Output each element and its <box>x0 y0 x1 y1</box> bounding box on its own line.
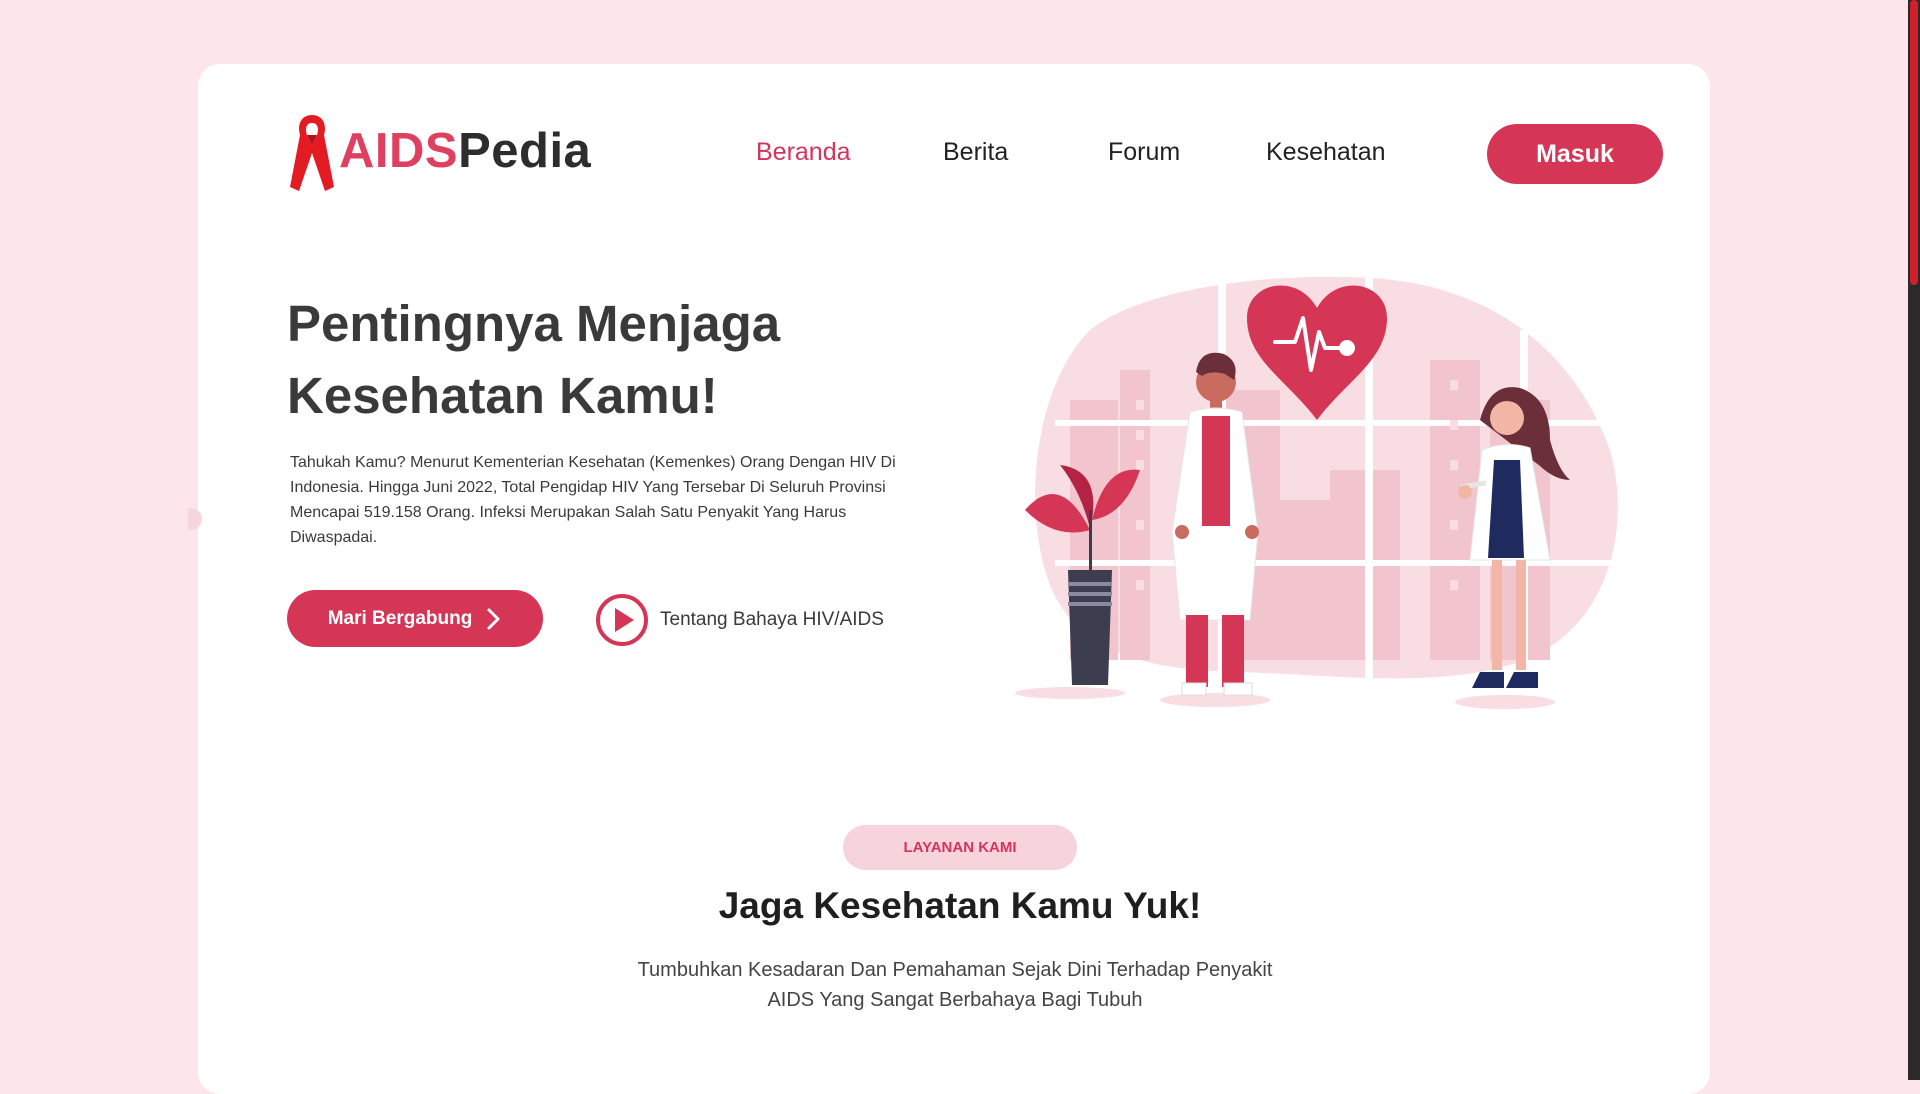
join-button-label: Mari Bergabung <box>327 607 473 629</box>
site-logo[interactable]: AIDSPedia <box>287 108 591 194</box>
video-link[interactable]: Tentang Bahaya HIV/AIDS <box>594 592 884 648</box>
nav-beranda[interactable]: Beranda <box>756 138 851 167</box>
logo-text: AIDSPedia <box>339 124 592 178</box>
video-link-label: Tentang Bahaya HIV/AIDS <box>660 609 884 630</box>
login-button[interactable]: Masuk <box>1487 124 1663 184</box>
scrollbar-thumb[interactable] <box>1910 0 1918 285</box>
hero-description: Tahukah Kamu? Menurut Kementerian Keseha… <box>290 454 896 546</box>
nav-forum[interactable]: Forum <box>1108 138 1180 167</box>
nav-berita[interactable]: Berita <box>943 138 1008 167</box>
services-title: Jaga Kesehatan Kamu Yuk! <box>718 885 1202 926</box>
services-description: Tumbuhkan Kesadaran Dan Pemahaman Sejak … <box>637 959 1273 1011</box>
services-tag: LAYANAN KAMI <box>843 825 1077 870</box>
chevron-right-icon <box>487 608 500 629</box>
nav-kesehatan[interactable]: Kesehatan <box>1266 138 1386 167</box>
join-button[interactable]: Mari Bergabung <box>287 590 543 647</box>
doctors-heart-illustration <box>1015 275 1618 709</box>
play-icon <box>596 594 648 646</box>
scrollbar[interactable] <box>1908 0 1920 1080</box>
hero-title: Pentingnya Menjaga Kesehatan Kamu! <box>287 295 781 424</box>
red-ribbon-icon <box>290 115 334 191</box>
